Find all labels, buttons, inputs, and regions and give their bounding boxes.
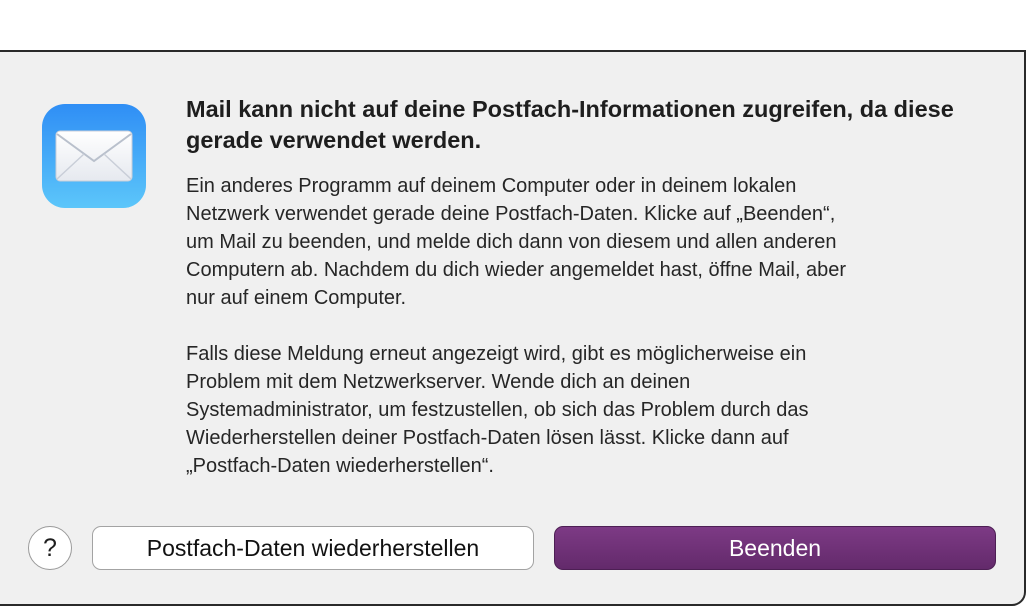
mail-envelope-icon [42, 104, 146, 208]
alert-dialog: Mail kann nicht auf deine Postfach-Infor… [0, 50, 1026, 606]
quit-button-label: Beenden [728, 534, 822, 561]
help-button[interactable]: ? [28, 526, 72, 570]
help-question-icon: ? [43, 533, 57, 562]
quit-button[interactable]: Beenden [554, 526, 996, 570]
dialog-title: Mail kann nicht auf deine Postfach-Infor… [186, 96, 954, 153]
restore-mailbox-button[interactable]: Postfach-Daten wiederherstellen [92, 526, 534, 570]
dialog-message-paragraph-1: Ein anderes Programm auf deinem Computer… [186, 175, 847, 309]
window-background [0, 0, 1028, 50]
restore-mailbox-button-label: Postfach-Daten wiederherstellen [146, 534, 480, 561]
dialog-message-paragraph-2: Falls diese Meldung erneut angezeigt wir… [186, 343, 809, 477]
